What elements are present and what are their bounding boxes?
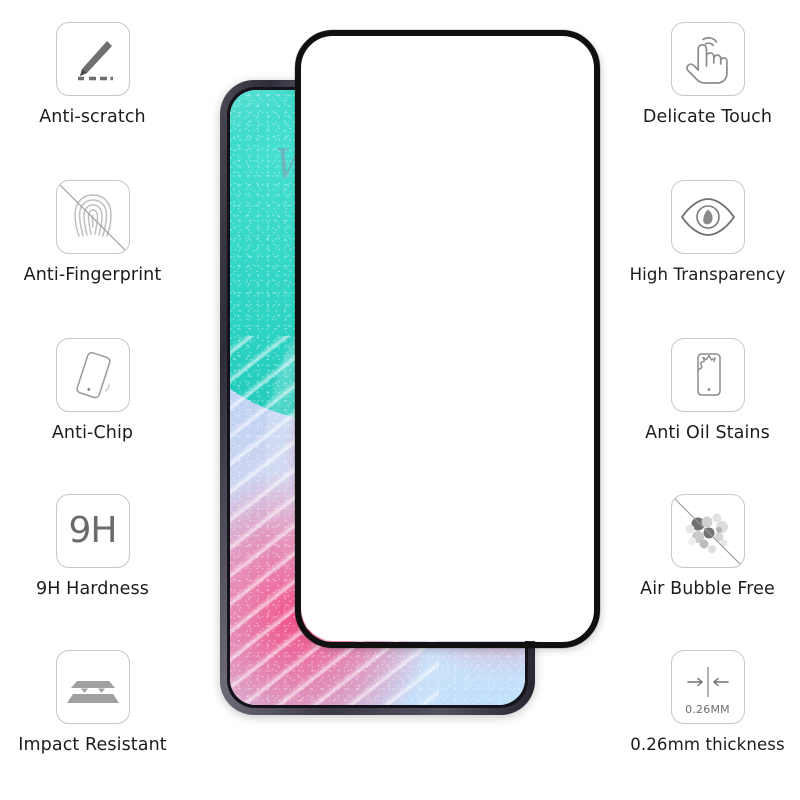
touch-hand-icon <box>670 22 745 96</box>
layered-plates-icon <box>55 650 130 724</box>
feature-anti-oil-stains: Anti Oil Stains <box>615 338 800 443</box>
power-button[interactable] <box>534 276 538 302</box>
feature-label: Delicate Touch <box>642 107 773 127</box>
feature-label: Anti Oil Stains <box>645 423 770 443</box>
feature-label: Anti-scratch <box>39 107 146 127</box>
feature-label: Anti-Fingerprint <box>23 265 162 285</box>
feature-label: High Transparency <box>629 265 786 284</box>
feature-column-right: Delicate Touch High Transparency Anti Oi… <box>615 0 800 800</box>
tilted-phone-icon <box>55 338 130 412</box>
feature-air-bubble-free: Air Bubble Free <box>615 494 800 599</box>
phone-screen: WolfRule ® <box>230 90 525 705</box>
caliper-arrows-icon <box>686 666 729 697</box>
phone-oil-stain-icon <box>670 338 745 412</box>
feature-delicate-touch: Delicate Touch <box>615 22 800 127</box>
knife-scratch-icon <box>55 22 130 96</box>
product-image-canvas: Anti-scratch Anti-Fingerprint Anti-Chip … <box>0 0 800 800</box>
eye-icon <box>670 180 745 254</box>
feature-label: 9H Hardness <box>36 579 149 599</box>
bubbles-blocked-icon <box>670 494 745 568</box>
feature-9h-hardness: 9H 9H Hardness <box>0 494 185 599</box>
front-camera-punch-hole <box>369 116 386 133</box>
feature-anti-chip: Anti-Chip <box>0 338 185 443</box>
feature-label: Air Bubble Free <box>640 579 775 599</box>
product-stage: WolfRule ® <box>185 0 615 800</box>
thickness-caliper-icon: 0.26MM <box>670 650 745 724</box>
hardness-9h-icon: 9H <box>55 494 130 568</box>
feature-anti-scratch: Anti-scratch <box>0 22 185 127</box>
hardness-icon-text: 9H <box>68 510 118 551</box>
thickness-icon-text: 0.26MM <box>685 702 730 716</box>
volume-button[interactable] <box>534 210 538 254</box>
feature-anti-fingerprint: Anti-Fingerprint <box>0 180 185 285</box>
wallpaper-speckles <box>230 90 525 705</box>
fingerprint-blocked-icon <box>55 180 130 254</box>
feature-high-transparency: High Transparency <box>615 180 800 284</box>
feature-column-left: Anti-scratch Anti-Fingerprint Anti-Chip … <box>0 0 185 800</box>
feature-label: Impact Resistant <box>18 735 167 755</box>
smartphone-device: WolfRule ® <box>220 80 538 715</box>
feature-thickness: 0.26MM 0.26mm thickness <box>615 650 800 754</box>
phone-bezel: WolfRule ® <box>227 87 528 708</box>
feature-label: 0.26mm thickness <box>630 735 785 754</box>
feature-label: Anti-Chip <box>51 423 134 443</box>
feature-impact-resistant: Impact Resistant <box>0 650 185 755</box>
